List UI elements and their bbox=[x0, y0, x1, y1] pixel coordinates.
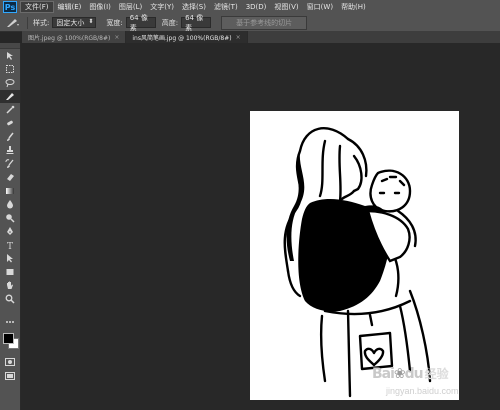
menu-select[interactable]: 选择(S) bbox=[178, 2, 210, 12]
options-bar: 样式: 固定大小 ⬍ 宽度: 64 像素 高度: 64 像素 基于参考线的切片 bbox=[0, 14, 500, 32]
menu-edit[interactable]: 编辑(E) bbox=[54, 2, 86, 12]
dropdown-arrow-icon: ⬍ bbox=[88, 18, 94, 25]
hand-tool-icon[interactable] bbox=[0, 279, 20, 293]
tab-label: 图片.jpeg @ 100%(RGB/8#) bbox=[28, 34, 111, 42]
style-label: 样式: bbox=[33, 18, 50, 27]
brush-tool-icon[interactable] bbox=[0, 130, 20, 144]
menu-help[interactable]: 帮助(H) bbox=[337, 2, 370, 12]
menu-file[interactable]: 文件(F) bbox=[20, 1, 54, 13]
gradient-tool-icon[interactable] bbox=[0, 184, 20, 198]
menu-bar: Ps 文件(F) 编辑(E) 图像(I) 图层(L) 文字(Y) 选择(S) 滤… bbox=[0, 0, 500, 15]
shape-tool-icon[interactable] bbox=[0, 265, 20, 279]
width-input[interactable]: 64 像素 bbox=[125, 14, 156, 32]
dodge-tool-icon[interactable] bbox=[0, 211, 20, 225]
slice-tool-icon[interactable] bbox=[0, 89, 20, 103]
blur-tool-icon[interactable] bbox=[0, 198, 20, 212]
style-select[interactable]: 固定大小 ⬍ bbox=[52, 17, 97, 28]
clone-stamp-icon[interactable] bbox=[0, 144, 20, 158]
more-tools-icon[interactable] bbox=[3, 317, 17, 326]
menu-3d[interactable]: 3D(D) bbox=[242, 3, 271, 11]
eyedropper-tool-icon[interactable] bbox=[0, 103, 20, 117]
tools-panel: T bbox=[0, 43, 21, 410]
separator bbox=[27, 16, 28, 29]
healing-brush-icon[interactable] bbox=[0, 117, 20, 131]
menu-layer[interactable]: 图层(L) bbox=[115, 2, 146, 12]
menu-type[interactable]: 文字(Y) bbox=[146, 2, 178, 12]
history-brush-icon[interactable] bbox=[0, 157, 20, 171]
height-input[interactable]: 64 像素 bbox=[181, 14, 212, 32]
marquee-tool-icon[interactable] bbox=[0, 63, 20, 77]
photoshop-logo: Ps bbox=[3, 1, 17, 13]
lasso-tool-icon[interactable] bbox=[0, 76, 20, 90]
close-icon[interactable]: × bbox=[236, 34, 241, 41]
tab-ins-sketch[interactable]: ins风简笔画.jpg @ 100%(RGB/8#) × bbox=[126, 31, 248, 43]
pen-tool-icon[interactable] bbox=[0, 225, 20, 239]
foreground-color-swatch[interactable] bbox=[3, 333, 14, 344]
eraser-tool-icon[interactable] bbox=[0, 171, 20, 185]
document-tabs: 图片.jpeg @ 100%(RGB/8#) × ins风简笔画.jpg @ 1… bbox=[22, 31, 500, 43]
watermark-url: jingyan.baidu.com bbox=[386, 386, 459, 396]
baidu-logo: Bai❀du bbox=[372, 365, 424, 382]
height-label: 高度: bbox=[161, 18, 179, 27]
tab-image-jpeg[interactable]: 图片.jpeg @ 100%(RGB/8#) × bbox=[22, 31, 127, 43]
slice-tool-preset-icon[interactable] bbox=[4, 16, 22, 29]
tab-label: ins风简笔画.jpg @ 100%(RGB/8#) bbox=[132, 34, 232, 42]
zoom-tool-icon[interactable] bbox=[0, 292, 20, 306]
width-label: 宽度: bbox=[106, 18, 123, 27]
document-canvas[interactable] bbox=[250, 111, 459, 400]
slices-from-guides-button[interactable]: 基于参考线的切片 bbox=[221, 15, 308, 30]
svg-text:T: T bbox=[7, 242, 13, 250]
menu-image[interactable]: 图像(I) bbox=[85, 2, 115, 12]
menu-view[interactable]: 视图(V) bbox=[270, 2, 302, 12]
quick-mask-icon[interactable] bbox=[3, 357, 17, 366]
sketch-illustration bbox=[283, 127, 432, 398]
type-tool-icon[interactable]: T bbox=[0, 238, 20, 252]
screen-mode-icon[interactable] bbox=[3, 371, 17, 380]
menu-window[interactable]: 窗口(W) bbox=[303, 2, 337, 12]
baidu-watermark: Bai❀du 经验 bbox=[372, 365, 449, 382]
close-icon[interactable]: × bbox=[114, 34, 119, 41]
menu-filter[interactable]: 滤镜(T) bbox=[210, 2, 242, 12]
paw-icon: ❀ bbox=[393, 365, 406, 382]
style-value: 固定大小 bbox=[56, 18, 85, 27]
move-tool-icon[interactable] bbox=[0, 49, 20, 63]
path-selection-icon[interactable] bbox=[0, 252, 20, 266]
watermark-text: 经验 bbox=[424, 367, 449, 381]
color-swatches[interactable] bbox=[3, 333, 19, 349]
